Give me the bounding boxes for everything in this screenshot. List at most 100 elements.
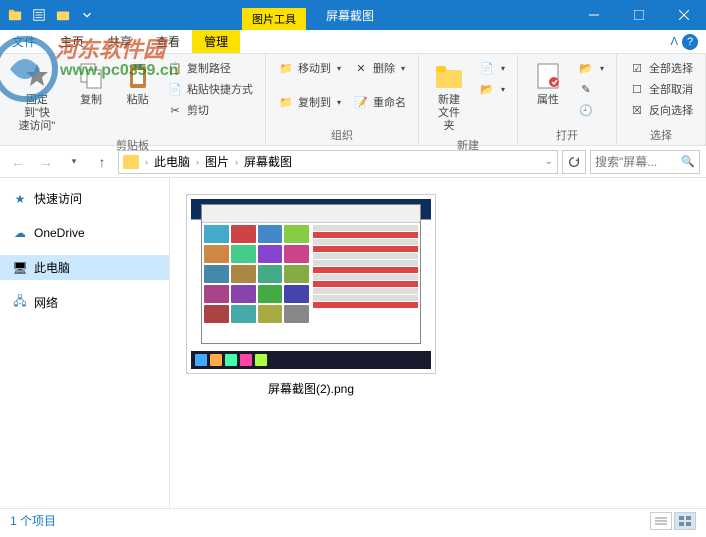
share-tab[interactable]: 共享 xyxy=(96,30,144,53)
app-icon[interactable] xyxy=(4,4,26,26)
address-dropdown-icon[interactable]: ⌄ xyxy=(545,156,553,167)
new-group-label: 新建 xyxy=(427,135,509,153)
paste-button[interactable]: 粘贴 xyxy=(116,58,159,109)
rename-button[interactable]: 📝重命名 xyxy=(349,92,410,112)
star-icon: ★ xyxy=(12,191,28,207)
file-menu[interactable]: 文件 xyxy=(0,30,48,53)
sidebar-item-onedrive[interactable]: ☁ OneDrive xyxy=(0,221,169,245)
sidebar-item-quick-access[interactable]: ★ 快速访问 xyxy=(0,186,169,211)
chevron-down-icon: ▾ xyxy=(501,85,505,94)
new-folder-qat-icon[interactable] xyxy=(52,4,74,26)
sidebar-item-network[interactable]: 🖧 网络 xyxy=(0,290,169,315)
breadcrumb-item[interactable]: 图片 xyxy=(203,153,231,170)
thumbnail xyxy=(191,199,431,369)
recent-dropdown[interactable]: ▾ xyxy=(62,150,86,174)
back-button[interactable]: ← xyxy=(6,150,30,174)
copy-to-button[interactable]: 📁复制到▾ xyxy=(274,92,345,112)
easy-access-button[interactable]: 📂▾ xyxy=(475,79,509,99)
pin-to-quick-access-button[interactable]: 固定到"快 速访问" xyxy=(8,58,66,135)
titlebar: 图片工具 屏幕截图 xyxy=(0,0,706,30)
context-tab[interactable]: 图片工具 xyxy=(242,8,306,30)
history-icon: 🕘 xyxy=(578,102,594,118)
search-input[interactable] xyxy=(595,155,681,169)
cut-button[interactable]: ✂剪切 xyxy=(163,100,257,120)
chevron-right-icon[interactable]: › xyxy=(233,157,240,167)
view-tab[interactable]: 查看 xyxy=(144,30,192,53)
home-tab[interactable]: 主页 xyxy=(48,30,96,53)
breadcrumb-item[interactable]: 此电脑 xyxy=(152,153,192,170)
search-icon: 🔍 xyxy=(681,155,695,168)
thumbnails-view-button[interactable] xyxy=(674,512,696,530)
easy-access-icon: 📂 xyxy=(479,81,495,97)
rename-icon: 📝 xyxy=(353,94,369,110)
address-bar[interactable]: › 此电脑 › 图片 › 屏幕截图 ⌄ xyxy=(118,150,558,174)
paste-icon xyxy=(122,60,154,92)
refresh-button[interactable] xyxy=(562,150,586,174)
organize-group-label: 组织 xyxy=(274,125,410,143)
chevron-down-icon: ▾ xyxy=(501,64,505,73)
quick-access-toolbar xyxy=(0,4,102,26)
select-none-icon: ☐ xyxy=(629,81,645,97)
move-icon: 📁 xyxy=(278,60,294,76)
copy-icon xyxy=(75,60,107,92)
up-button[interactable]: ↑ xyxy=(90,150,114,174)
open-group-label: 打开 xyxy=(526,125,608,143)
ribbon-collapse-icon[interactable]: ᐱ xyxy=(670,35,678,48)
sidebar-item-this-pc[interactable]: 🖥 此电脑 xyxy=(0,255,169,280)
help-icon[interactable]: ? xyxy=(682,34,698,50)
ribbon: 河东软件园 www.pc0359.cn 固定到"快 速访问" 复制 粘贴 📋复制… xyxy=(0,54,706,146)
copyto-icon: 📁 xyxy=(278,94,294,110)
statusbar: 1 个项目 xyxy=(0,508,706,532)
forward-button[interactable]: → xyxy=(34,150,58,174)
chevron-right-icon[interactable]: › xyxy=(143,157,150,167)
new-item-button[interactable]: 📄▾ xyxy=(475,58,509,78)
open-icon: 📂 xyxy=(578,60,594,76)
properties-icon[interactable] xyxy=(28,4,50,26)
cloud-icon: ☁ xyxy=(12,225,28,241)
history-button[interactable]: 🕘 xyxy=(574,100,608,120)
move-to-button[interactable]: 📁移动到▾ xyxy=(274,58,345,78)
qat-dropdown-icon[interactable] xyxy=(76,4,98,26)
chevron-right-icon[interactable]: › xyxy=(194,157,201,167)
properties-icon xyxy=(532,60,564,92)
edit-button[interactable]: ✎ xyxy=(574,79,608,99)
edit-icon: ✎ xyxy=(578,81,594,97)
chevron-down-icon: ▾ xyxy=(337,64,341,73)
close-button[interactable] xyxy=(661,0,706,30)
shortcut-icon: 📄 xyxy=(167,81,183,97)
properties-button[interactable]: 属性 xyxy=(526,58,570,109)
clipboard-group-label: 剪贴板 xyxy=(8,135,257,153)
details-view-button[interactable] xyxy=(650,512,672,530)
file-name: 屏幕截图(2).png xyxy=(268,380,354,397)
folder-icon xyxy=(433,60,465,92)
scissors-icon: ✂ xyxy=(167,102,183,118)
select-all-icon: ☑ xyxy=(629,60,645,76)
select-none-button[interactable]: ☐全部取消 xyxy=(625,79,697,99)
navigation-pane: ★ 快速访问 ☁ OneDrive 🖥 此电脑 🖧 网络 xyxy=(0,178,170,508)
window-title: 屏幕截图 xyxy=(326,7,374,24)
pc-icon: 🖥 xyxy=(12,260,28,276)
delete-icon: ✕ xyxy=(353,60,369,76)
breadcrumb-item[interactable]: 屏幕截图 xyxy=(242,153,294,170)
manage-tab[interactable]: 管理 xyxy=(192,30,240,53)
file-item[interactable]: 屏幕截图(2).png xyxy=(182,190,440,401)
path-icon: 📋 xyxy=(167,60,183,76)
chevron-down-icon: ▾ xyxy=(337,98,341,107)
minimize-button[interactable] xyxy=(571,0,616,30)
select-group-label: 选择 xyxy=(625,125,697,143)
copy-path-button[interactable]: 📋复制路径 xyxy=(163,58,257,78)
new-folder-button[interactable]: 新建 文件夹 xyxy=(427,58,471,135)
search-box[interactable]: 🔍 xyxy=(590,150,700,174)
paste-shortcut-button[interactable]: 📄粘贴快捷方式 xyxy=(163,79,257,99)
invert-selection-button[interactable]: ☒反向选择 xyxy=(625,100,697,120)
copy-button[interactable]: 复制 xyxy=(70,58,113,109)
file-list[interactable]: 屏幕截图(2).png xyxy=(170,178,706,508)
pin-icon xyxy=(21,60,53,92)
open-with-button[interactable]: 📂▾ xyxy=(574,58,608,78)
select-all-button[interactable]: ☑全部选择 xyxy=(625,58,697,78)
delete-button[interactable]: ✕删除▾ xyxy=(349,58,410,78)
maximize-button[interactable] xyxy=(616,0,661,30)
chevron-down-icon: ▾ xyxy=(600,64,604,73)
new-item-icon: 📄 xyxy=(479,60,495,76)
chevron-down-icon: ▾ xyxy=(401,64,405,73)
